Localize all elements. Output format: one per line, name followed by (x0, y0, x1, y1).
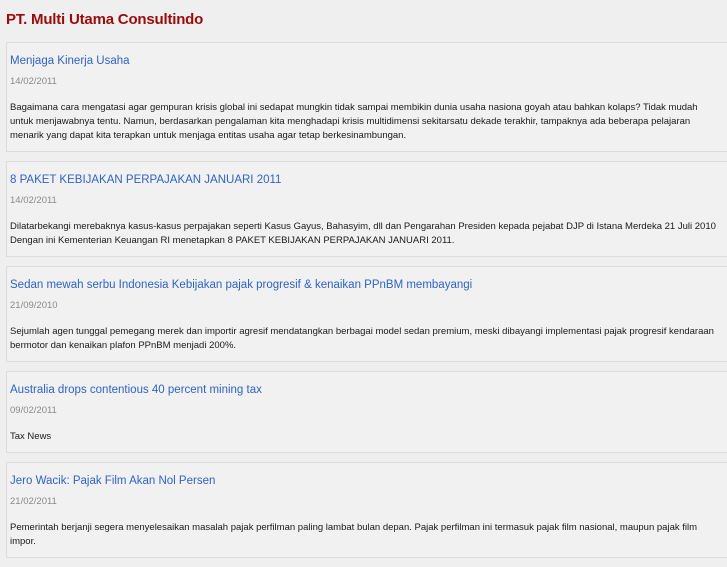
news-date: 14/02/2011 (10, 76, 57, 87)
news-title-link[interactable]: Jero Wacik: Pajak Film Akan Nol Persen (10, 472, 722, 490)
news-title-link[interactable]: 8 PAKET KEBIJAKAN PERPAJAKAN JANUARI 201… (10, 171, 722, 189)
news-summary: Tax News (10, 431, 52, 442)
news-item: 8 PAKET KEBIJAKAN PERPAJAKAN JANUARI 201… (6, 161, 727, 257)
news-item: Australia drops contentious 40 percent m… (6, 371, 727, 453)
news-date: 09/02/2011 (10, 405, 57, 416)
site-title: PT. Multi Utama Consultindo (6, 11, 204, 28)
news-list: Menjaga Kinerja Usaha 14/02/2011 Bagaima… (6, 42, 727, 567)
news-item: Jero Wacik: Pajak Film Akan Nol Persen 2… (6, 462, 727, 558)
news-date: 14/02/2011 (10, 195, 57, 206)
news-date: 21/02/2011 (10, 496, 57, 507)
news-item: Sedan mewah serbu Indonesia Kebijakan pa… (6, 266, 727, 362)
news-title-link[interactable]: Menjaga Kinerja Usaha (10, 52, 722, 70)
news-date: 21/09/2010 (10, 300, 58, 311)
news-title-link[interactable]: Sedan mewah serbu Indonesia Kebijakan pa… (10, 276, 722, 294)
news-summary: Bagaimana cara mengatasi agar gempuran k… (10, 102, 698, 141)
news-item: Menjaga Kinerja Usaha 14/02/2011 Bagaima… (6, 42, 727, 152)
news-summary: Dilatarbekangi merebaknya kasus-kasus pe… (10, 221, 716, 246)
news-summary: Sejumlah agen tunggal pemegang merek dan… (10, 326, 714, 351)
news-title-link[interactable]: Australia drops contentious 40 percent m… (10, 381, 722, 399)
